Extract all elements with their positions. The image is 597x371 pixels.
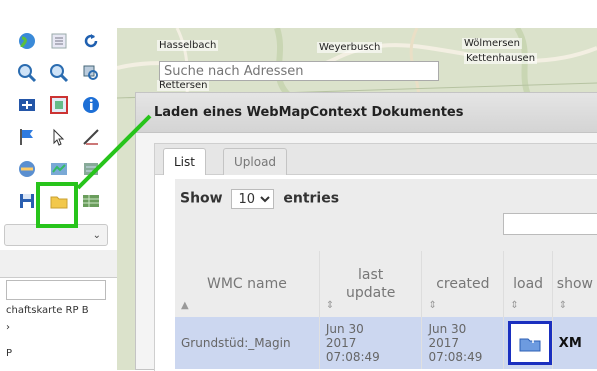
tab-list[interactable]: List: [163, 148, 206, 176]
column-header-created[interactable]: created ⇕: [421, 251, 505, 317]
select-area-icon[interactable]: [48, 94, 70, 116]
length-prefix: Show: [180, 190, 223, 207]
map-town-label: Rettersen: [157, 80, 210, 91]
sort-icon: ⇕: [558, 300, 568, 311]
cell-show-xml[interactable]: XM: [552, 317, 597, 369]
measure-icon[interactable]: [80, 126, 102, 148]
cell-created: Jun 30 2017 07:08:49: [421, 317, 505, 369]
print-icon[interactable]: [16, 158, 38, 180]
flag-icon[interactable]: [16, 126, 38, 148]
highlight-box: [36, 182, 78, 228]
column-header-last-update[interactable]: last update ⇕: [319, 251, 423, 317]
sort-icon: ⇕: [510, 300, 519, 311]
map-town-label: Kettenhausen: [464, 53, 538, 64]
sort-icon: ▲: [181, 300, 189, 311]
legend-icon[interactable]: [48, 30, 70, 52]
sort-icon: ⇕: [428, 300, 437, 311]
load-button[interactable]: [508, 321, 553, 365]
sort-icon: ⇕: [325, 300, 335, 311]
layer-entry-label: chaftskarte RP B: [6, 305, 89, 316]
wmc-table: WMC name ▲ last update ⇕ created ⇕ load ⇕ sh…: [175, 251, 597, 369]
pan-icon[interactable]: [16, 94, 38, 116]
cell-last-update: Jun 30 2017 07:08:49: [319, 317, 423, 369]
map-town-label: Hasselbach: [157, 40, 219, 51]
map-town-label: Wölmersen: [462, 38, 522, 49]
table-filter-input[interactable]: [503, 213, 597, 235]
length-suffix: entries: [283, 190, 340, 207]
table-icon[interactable]: [80, 190, 102, 212]
column-header-show[interactable]: show ⇕: [552, 251, 597, 317]
address-search-input[interactable]: [159, 61, 439, 81]
tab-upload[interactable]: Upload: [223, 148, 288, 176]
cell-load: [503, 317, 553, 369]
map-overview-icon[interactable]: [48, 158, 70, 180]
zoom-box-icon[interactable]: [80, 62, 102, 84]
refresh-icon[interactable]: [80, 30, 102, 52]
dialog-tabs: List Upload: [154, 143, 597, 176]
save-icon[interactable]: [16, 190, 38, 212]
panel-header: [0, 250, 120, 278]
zoom-out-icon[interactable]: [48, 62, 70, 84]
layer-entry-arrow: ›: [6, 322, 10, 333]
globe-icon[interactable]: [16, 30, 38, 52]
info-icon[interactable]: [80, 94, 102, 116]
zoom-in-icon[interactable]: [16, 62, 38, 84]
chevron-down-icon: ⌄: [92, 230, 101, 241]
tab-content: Show 10 entries WMC name ▲ last update ⇕ c…: [154, 175, 597, 371]
column-header-load[interactable]: load ⇕: [503, 251, 553, 317]
layer-entry-label: P: [6, 348, 13, 359]
layers-icon[interactable]: [80, 158, 102, 180]
column-header-name[interactable]: WMC name ▲: [175, 251, 320, 317]
cell-wmc-name: Grundstüd:_Magin: [175, 317, 320, 369]
page-length-select[interactable]: 10: [231, 189, 275, 209]
map-town-label: Weyerbusch: [317, 42, 383, 53]
load-document-icon: [519, 336, 541, 352]
pointer-icon[interactable]: [48, 126, 70, 148]
page-length-control: Show 10 entries: [180, 189, 339, 209]
panel-search-input[interactable]: [6, 280, 106, 300]
table-row[interactable]: Grundstüd:_Magin Jun 30 2017 07:08:49 Ju…: [175, 317, 597, 369]
wmc-dialog: Laden eines WebMapContext Dokumentes Lis…: [135, 92, 597, 371]
dialog-title: Laden eines WebMapContext Dokumentes: [136, 93, 597, 133]
